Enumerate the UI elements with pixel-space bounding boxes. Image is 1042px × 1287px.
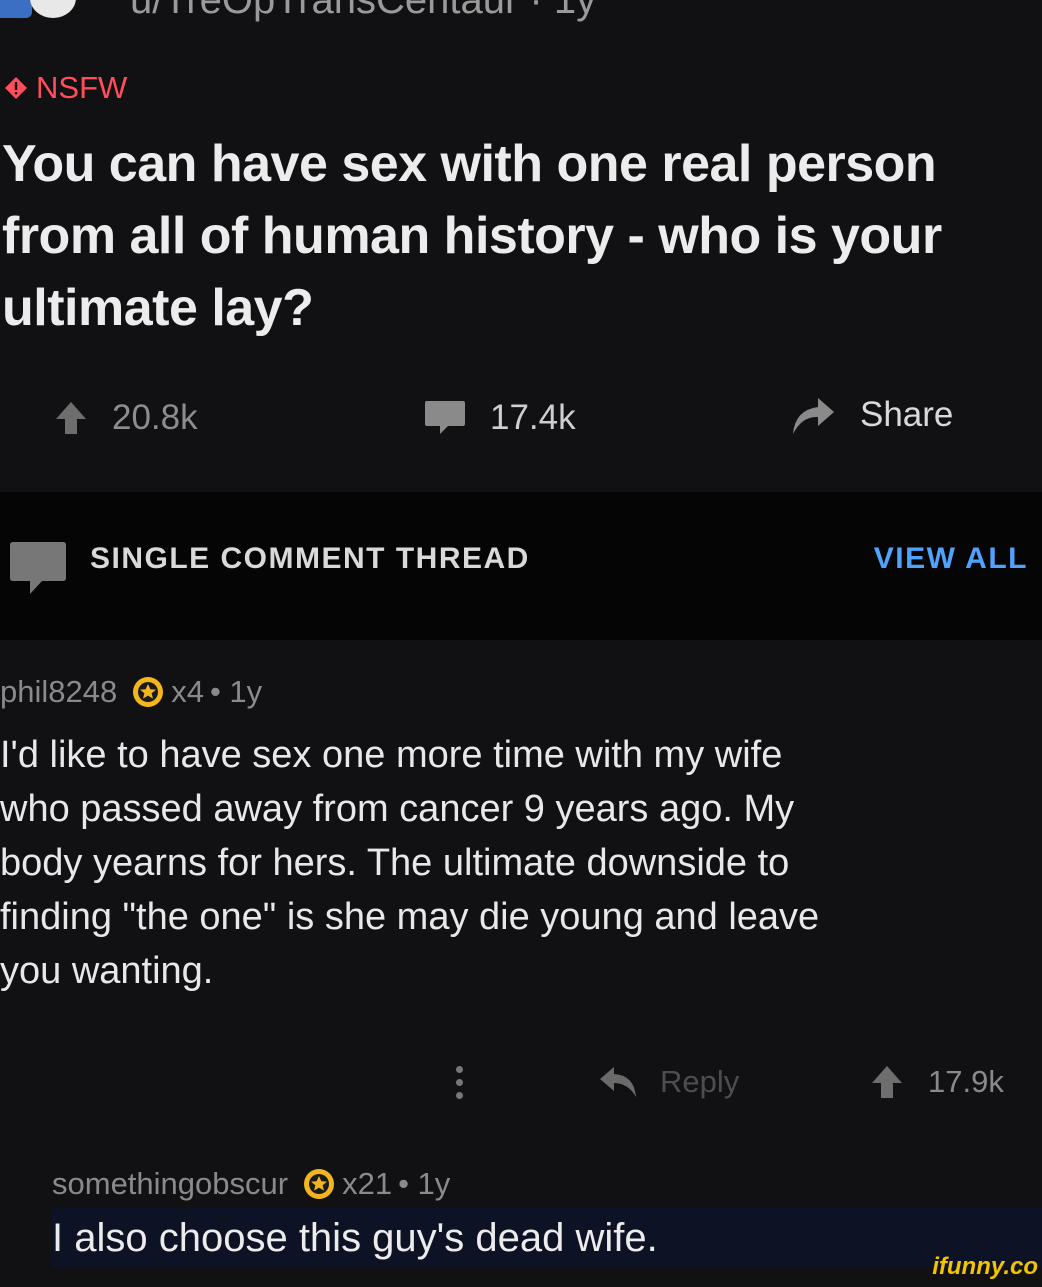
reply-button[interactable]: Reply	[598, 1064, 739, 1100]
comment-bubble-icon	[425, 401, 465, 434]
comment-upvote-button[interactable]: 17.9k	[870, 1064, 1004, 1100]
upvote-arrow-icon	[56, 402, 86, 434]
child-comment-body: I also choose this guy's dead wife.	[52, 1208, 1042, 1268]
child-comment-username[interactable]: somethingobscur	[52, 1166, 288, 1202]
award-badge-icon	[133, 677, 164, 707]
reply-arrow-icon	[600, 1067, 636, 1097]
nsfw-tag: NSFW	[4, 70, 127, 106]
award-badge-icon	[304, 1169, 335, 1199]
comment-vote-count: 17.9k	[928, 1064, 1004, 1099]
child-comment-award-count: x21	[342, 1166, 393, 1201]
comment-actions: Reply 17.9k	[0, 1060, 1042, 1110]
comment-count: 17.4k	[490, 398, 576, 437]
post-header: u/TreOpTransCentaur · 1y	[0, 0, 1042, 40]
ifunny-watermark: ifunny.co	[932, 1253, 1038, 1280]
comments-button[interactable]: 17.4k	[424, 398, 576, 438]
comment-thread-icon	[10, 542, 66, 594]
child-comment-meta: somethingobscur x21 • 1y	[52, 1166, 450, 1202]
upvote-count: 20.8k	[112, 398, 198, 437]
more-dot	[456, 1092, 463, 1099]
comment-username[interactable]: phil8248	[0, 674, 117, 710]
user-avatar[interactable]	[30, 0, 76, 18]
post-actions: 20.8k 17.4k Share	[0, 390, 1042, 450]
upvote-button[interactable]: 20.8k	[54, 398, 198, 438]
share-button[interactable]: Share	[790, 394, 953, 436]
reply-label: Reply	[660, 1064, 740, 1099]
child-comment-age: • 1y	[398, 1166, 451, 1201]
more-dot	[456, 1066, 463, 1073]
thread-title: SINGLE COMMENT THREAD	[90, 542, 530, 575]
comment-award-count: x4	[171, 674, 204, 709]
nsfw-label: NSFW	[36, 70, 128, 105]
subreddit-avatar[interactable]	[0, 0, 32, 18]
thread-bar: SINGLE COMMENT THREAD VIEW ALL	[0, 492, 1042, 640]
nsfw-warning-icon	[5, 77, 27, 99]
share-arrow-icon	[793, 398, 834, 434]
share-label: Share	[860, 395, 954, 434]
comment-age: • 1y	[209, 674, 263, 709]
more-dot	[456, 1079, 463, 1086]
more-options-button[interactable]	[456, 1066, 463, 1099]
view-all-link[interactable]: VIEW ALL	[874, 542, 1028, 576]
author-line[interactable]: u/TreOpTransCentaur · 1y	[130, 0, 596, 23]
comment-meta: phil8248 x4 • 1y	[0, 674, 262, 710]
post-title[interactable]: You can have sex with one real person fr…	[2, 128, 1012, 344]
upvote-arrow-icon	[872, 1066, 902, 1098]
comment-body: I'd like to have sex one more time with …	[0, 734, 820, 992]
